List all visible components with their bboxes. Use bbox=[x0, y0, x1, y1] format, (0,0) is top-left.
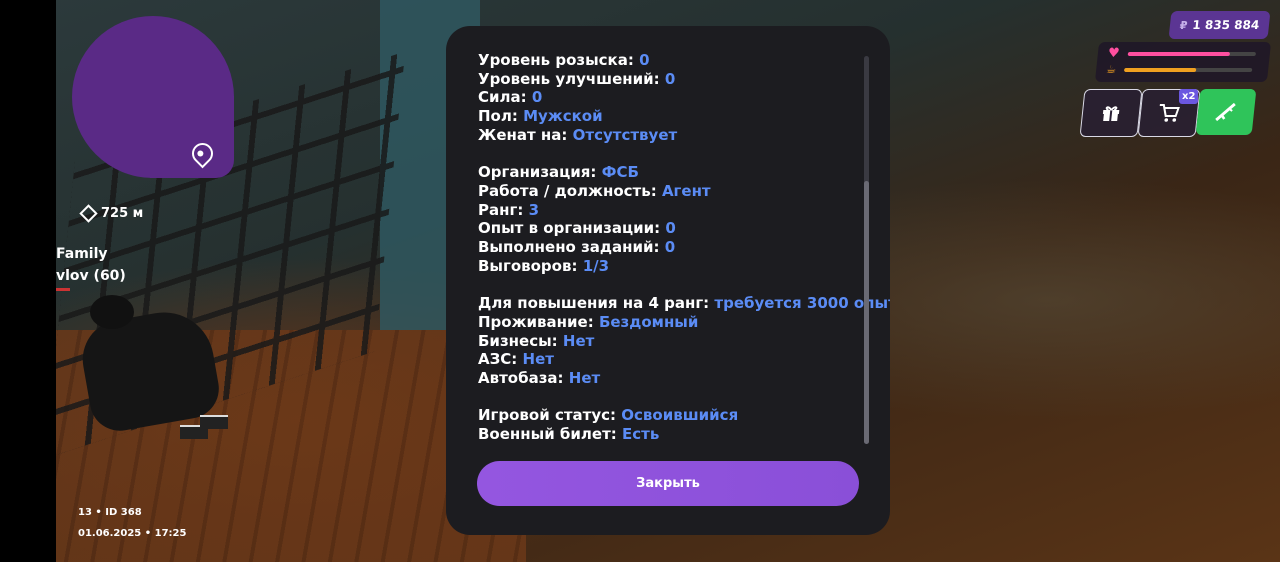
rifle-icon bbox=[1215, 102, 1236, 122]
close-button[interactable]: Закрыть bbox=[477, 461, 859, 506]
scrollbar-thumb[interactable] bbox=[864, 181, 869, 444]
stat-value: 0 bbox=[639, 51, 650, 69]
money-amount: 1 835 884 bbox=[1191, 18, 1260, 32]
money-display: ₽ 1 835 884 bbox=[1168, 11, 1271, 39]
stat-value: Нет bbox=[522, 350, 554, 369]
stat-label: Для повышения на 4 ранг: bbox=[478, 294, 710, 313]
stat-value: ФСБ bbox=[601, 163, 639, 182]
gift-button[interactable] bbox=[1079, 89, 1143, 137]
player-health-mini-bar bbox=[56, 288, 70, 291]
stat-label: Женат на: bbox=[478, 125, 568, 144]
cart-icon bbox=[1159, 104, 1180, 122]
player-nametag: vlov (60) bbox=[56, 268, 126, 284]
screen-edge-bar bbox=[0, 0, 56, 562]
stat-value: Нет bbox=[568, 368, 601, 387]
stat-row: Военный билет: Есть bbox=[478, 425, 878, 444]
stat-label: Выговоров: bbox=[478, 256, 578, 275]
ruble-icon: ₽ bbox=[1179, 18, 1189, 32]
cart-multiplier-badge: x2 bbox=[1179, 89, 1199, 104]
stat-row: АЗС: Нет bbox=[478, 350, 878, 369]
stat-row: Уровень улучшений: 0 bbox=[478, 70, 878, 89]
stat-row: Работа / должность: Агент bbox=[478, 182, 878, 201]
stat-value: Мужской bbox=[523, 107, 603, 126]
stat-row: Игровой статус: Освоившийся bbox=[478, 406, 878, 425]
health-bar bbox=[1127, 51, 1231, 56]
gift-icon bbox=[1102, 106, 1120, 121]
stat-value: Бездомный bbox=[598, 312, 699, 331]
stat-value: Нет bbox=[562, 331, 595, 350]
heart-icon: ♥ bbox=[1107, 46, 1121, 61]
stat-label: Проживание: bbox=[478, 312, 594, 331]
date-time: 01.06.2025 • 17:25 bbox=[78, 528, 187, 539]
stat-label: АЗС: bbox=[478, 350, 518, 369]
stat-value: Агент bbox=[661, 181, 711, 200]
stat-label: Пол: bbox=[478, 107, 518, 126]
hunger-row: ☕ bbox=[1106, 63, 1253, 76]
stat-row: Для повышения на 4 ранг: требуется 3000 … bbox=[478, 294, 890, 313]
stat-value: 1/3 bbox=[582, 256, 610, 275]
stat-value: Есть bbox=[622, 425, 660, 444]
stat-row: Проживание: Бездомный bbox=[478, 313, 878, 332]
stat-value: Отсутствует bbox=[572, 125, 678, 144]
stat-label: Выполнено заданий: bbox=[478, 238, 660, 257]
waypoint-icon bbox=[79, 204, 98, 223]
stat-label: Бизнесы: bbox=[478, 331, 558, 350]
stat-row: Женат на: Отсутствует bbox=[478, 126, 878, 145]
hunger-bar bbox=[1123, 67, 1196, 72]
stat-label: Уровень улучшений: bbox=[478, 69, 660, 88]
stat-label: Работа / должность: bbox=[478, 181, 657, 200]
stat-label: Игровой статус: bbox=[478, 406, 617, 425]
stat-label: Ранг: bbox=[478, 200, 524, 219]
character-stats-dialog: Уровень розыска: 0 Уровень улучшений: 0 Си… bbox=[446, 26, 890, 535]
stat-label: Автобаза: bbox=[478, 368, 564, 387]
stat-label: Уровень розыска: bbox=[478, 51, 634, 69]
stats-list: Уровень розыска: 0 Уровень улучшений: 0 Си… bbox=[478, 51, 890, 444]
weapon-button[interactable] bbox=[1195, 89, 1257, 135]
stat-label: Военный билет: bbox=[478, 425, 617, 444]
stat-value: 0 bbox=[664, 238, 676, 257]
stat-row: Уровень розыска: 0 bbox=[478, 51, 878, 70]
stat-row: Выговоров: 1/3 bbox=[478, 257, 878, 276]
stat-label: Сила: bbox=[478, 88, 527, 107]
stat-label: Опыт в организации: bbox=[478, 219, 661, 238]
health-row: ♥ bbox=[1107, 46, 1256, 61]
stat-row: Организация: ФСБ bbox=[478, 163, 878, 182]
stat-row: Бизнесы: Нет bbox=[478, 332, 878, 351]
stat-row: Выполнено заданий: 0 bbox=[478, 238, 878, 257]
stat-value: 3 bbox=[528, 200, 539, 219]
waypoint-distance: 725 м bbox=[79, 204, 144, 223]
stat-value: Освоившийся bbox=[621, 406, 739, 425]
stat-row: Сила: 0 bbox=[478, 88, 878, 107]
stat-row: Ранг: 3 bbox=[478, 201, 878, 220]
stat-value: 0 bbox=[531, 88, 543, 107]
player-character bbox=[76, 295, 230, 445]
distance-text: 725 м bbox=[101, 206, 144, 221]
server-id: 13 • ID 368 bbox=[78, 507, 142, 518]
minimap-corner bbox=[150, 96, 234, 178]
stat-value: 0 bbox=[665, 219, 676, 238]
family-label: Family bbox=[56, 246, 108, 262]
stat-row: Автобаза: Нет bbox=[478, 369, 878, 388]
stat-value: 0 bbox=[664, 69, 676, 88]
stat-label: Организация: bbox=[478, 163, 597, 182]
status-bars: ♥ ☕ bbox=[1094, 42, 1272, 82]
stat-row: Пол: Мужской bbox=[478, 107, 878, 126]
stat-row: Опыт в организации: 0 bbox=[478, 219, 878, 238]
cup-icon: ☕ bbox=[1105, 63, 1117, 76]
